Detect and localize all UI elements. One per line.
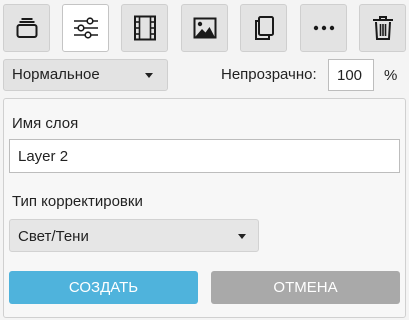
chevron-down-icon	[145, 73, 153, 78]
blend-mode-select[interactable]: Нормальное	[3, 59, 168, 91]
layer-name-input[interactable]	[9, 139, 400, 173]
duplicate-button[interactable]	[240, 4, 287, 52]
animation-button[interactable]	[121, 4, 168, 52]
adjustment-type-select[interactable]: Свет/Тени	[9, 219, 259, 252]
image-icon	[193, 17, 216, 39]
delete-button[interactable]	[359, 4, 406, 52]
create-button[interactable]: СОЗДАТЬ	[9, 271, 198, 304]
opacity-unit: %	[384, 67, 398, 84]
image-button[interactable]	[181, 4, 228, 52]
more-icon	[313, 25, 334, 31]
adjustment-type-value: Свет/Тени	[18, 228, 89, 245]
film-icon	[133, 15, 156, 41]
adjustment-type-label: Тип корректировки	[12, 193, 143, 210]
opacity-input[interactable]	[328, 59, 374, 91]
chevron-down-icon	[238, 234, 246, 239]
cancel-button[interactable]: ОТМЕНА	[211, 271, 400, 304]
sliders-icon	[73, 17, 98, 39]
adjustments-button[interactable]	[62, 4, 109, 52]
layer-name-label: Имя слоя	[12, 115, 79, 132]
new-adjustment-layer-panel: Имя слоя Тип корректировки Свет/Тени СОЗ…	[3, 98, 406, 318]
layers-button[interactable]	[3, 4, 50, 52]
toolbar	[0, 0, 409, 56]
more-button[interactable]	[300, 4, 347, 52]
layers-icon	[16, 18, 37, 38]
duplicate-icon	[254, 16, 274, 40]
trash-icon	[372, 16, 393, 40]
opacity-label: Непрозрачно:	[221, 66, 317, 83]
blend-mode-value: Нормальное	[12, 66, 100, 83]
